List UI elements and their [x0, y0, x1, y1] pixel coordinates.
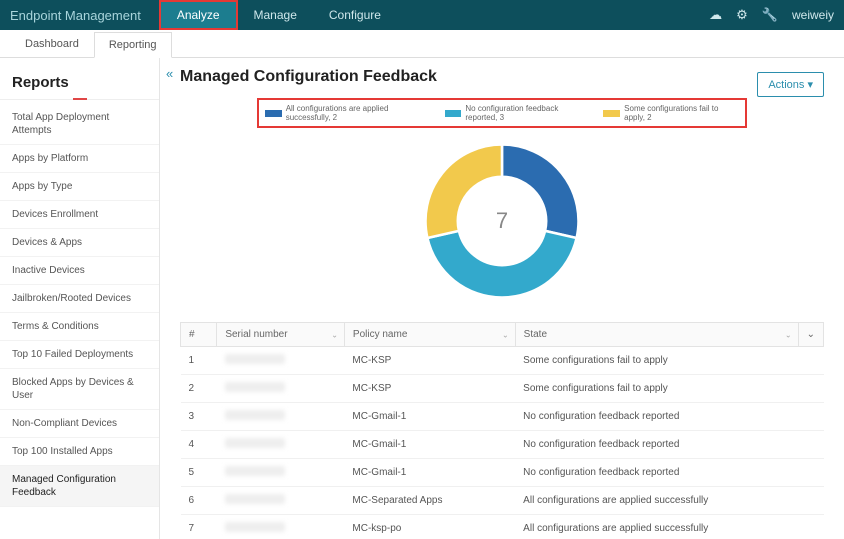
cell-index: 7 — [181, 515, 217, 539]
legend-label: All configurations are applied successfu… — [286, 104, 431, 122]
cell-policy: MC-ksp-po — [344, 515, 515, 539]
cell-index: 4 — [181, 431, 217, 459]
sidebar-item[interactable]: Managed Configuration Feedback — [0, 466, 159, 507]
subtabs: Dashboard Reporting — [0, 30, 844, 58]
table-row[interactable]: 6 MC-Separated AppsAll configurations are… — [181, 487, 824, 515]
table-row[interactable]: 1 MC-KSPSome configurations fail to apply — [181, 347, 824, 375]
legend-label: No configuration feedback reported, 3 — [465, 104, 589, 122]
table-row[interactable]: 2 MC-KSPSome configurations fail to apply — [181, 375, 824, 403]
legend-label: Some configurations fail to apply, 2 — [624, 104, 739, 122]
table-row[interactable]: 5 MC-Gmail-1No configuration feedback rep… — [181, 459, 824, 487]
cell-state: Some configurations fail to apply — [515, 375, 823, 403]
wrench-icon[interactable]: 🔧 — [762, 7, 778, 23]
topbar-right: ☁ ⚙ 🔧 weiweiy — [709, 7, 834, 23]
table-header[interactable]: # — [181, 323, 217, 347]
cell-state: Some configurations fail to apply — [515, 347, 823, 375]
cell-serial-redacted — [225, 494, 285, 504]
sidebar-item[interactable]: Inactive Devices — [0, 257, 159, 285]
legend-item[interactable]: All configurations are applied successfu… — [265, 104, 431, 122]
cell-state: No configuration feedback reported — [515, 403, 823, 431]
table-row[interactable]: 3 MC-Gmail-1No configuration feedback rep… — [181, 403, 824, 431]
cell-serial-redacted — [225, 466, 285, 476]
sidebar-item[interactable]: Total App Deployment Attempts — [0, 104, 159, 145]
legend-swatch — [265, 110, 282, 117]
table-header[interactable]: Policy name⌄ — [344, 323, 515, 347]
sidebar-item[interactable]: Non-Compliant Devices — [0, 410, 159, 438]
legend-item[interactable]: No configuration feedback reported, 3 — [445, 104, 590, 122]
cell-serial-redacted — [225, 410, 285, 420]
sidebar-item[interactable]: Jailbroken/Rooted Devices — [0, 285, 159, 313]
brand: Endpoint Management — [10, 8, 141, 23]
legend-swatch — [603, 110, 620, 117]
cell-serial-redacted — [225, 354, 285, 364]
chevron-down-icon: ▾ — [807, 79, 813, 91]
top-nav: Analyze Manage Configure — [159, 0, 397, 30]
cell-policy: MC-Separated Apps — [344, 487, 515, 515]
table-column-menu[interactable]: ⌄ — [798, 323, 823, 347]
cell-serial-redacted — [225, 382, 285, 392]
sidebar-item[interactable]: Apps by Platform — [0, 145, 159, 173]
sidebar-item[interactable]: Top 10 Failed Deployments — [0, 341, 159, 369]
cell-state: No configuration feedback reported — [515, 459, 823, 487]
username[interactable]: weiweiy — [792, 8, 834, 22]
cell-policy: MC-Gmail-1 — [344, 459, 515, 487]
sidebar-item[interactable]: Devices Enrollment — [0, 201, 159, 229]
cell-serial-redacted — [225, 438, 285, 448]
feedback-table: #Serial number⌄Policy name⌄State⌄⌄ 1MC-K… — [180, 322, 824, 539]
subtab-dashboard[interactable]: Dashboard — [10, 31, 94, 57]
chart-legend: All configurations are applied successfu… — [257, 98, 747, 128]
sidebar-item[interactable]: Blocked Apps by Devices & User — [0, 369, 159, 410]
cell-policy: MC-Gmail-1 — [344, 403, 515, 431]
subtab-reporting[interactable]: Reporting — [94, 32, 172, 58]
cell-policy: MC-KSP — [344, 347, 515, 375]
cell-policy: MC-Gmail-1 — [344, 431, 515, 459]
cell-state: All configurations are applied successfu… — [515, 515, 823, 539]
donut-total: 7 — [417, 136, 587, 306]
donut-chart: 7 — [417, 136, 587, 306]
table-header[interactable]: State⌄ — [515, 323, 798, 347]
sidebar-item[interactable]: Devices & Apps — [0, 229, 159, 257]
sidebar-item[interactable]: Apps by Type — [0, 173, 159, 201]
cell-index: 5 — [181, 459, 217, 487]
sidebar-title: Reports — [0, 68, 159, 100]
collapse-sidebar-icon[interactable]: « — [166, 66, 173, 81]
page-title: Managed Configuration Feedback — [180, 68, 824, 86]
actions-button[interactable]: Actions ▾ — [757, 72, 824, 97]
cell-index: 2 — [181, 375, 217, 403]
cell-index: 1 — [181, 347, 217, 375]
cell-index: 6 — [181, 487, 217, 515]
nav-configure[interactable]: Configure — [313, 0, 397, 30]
legend-item[interactable]: Some configurations fail to apply, 2 — [603, 104, 739, 122]
cell-index: 3 — [181, 403, 217, 431]
sidebar-item[interactable]: Top 100 Installed Apps — [0, 438, 159, 466]
nav-manage[interactable]: Manage — [238, 0, 313, 30]
cell-policy: MC-KSP — [344, 375, 515, 403]
sort-caret-icon: ⌄ — [785, 330, 792, 339]
sort-caret-icon: ⌄ — [502, 330, 509, 339]
table-header[interactable]: Serial number⌄ — [217, 323, 345, 347]
table-row[interactable]: 7 MC-ksp-poAll configurations are applied… — [181, 515, 824, 539]
cell-serial-redacted — [225, 522, 285, 532]
content: « Managed Configuration Feedback Actions… — [160, 58, 844, 539]
legend-swatch — [445, 110, 462, 117]
sidebar-item[interactable]: Terms & Conditions — [0, 313, 159, 341]
nav-analyze[interactable]: Analyze — [159, 0, 238, 30]
table-row[interactable]: 4 MC-Gmail-1No configuration feedback rep… — [181, 431, 824, 459]
topbar: Endpoint Management Analyze Manage Confi… — [0, 0, 844, 30]
gear-icon[interactable]: ⚙ — [736, 7, 748, 23]
cloud-icon[interactable]: ☁ — [709, 7, 722, 23]
sidebar: Reports Total App Deployment AttemptsApp… — [0, 58, 160, 539]
cell-state: All configurations are applied successfu… — [515, 487, 823, 515]
sort-caret-icon: ⌄ — [331, 330, 338, 339]
cell-state: No configuration feedback reported — [515, 431, 823, 459]
